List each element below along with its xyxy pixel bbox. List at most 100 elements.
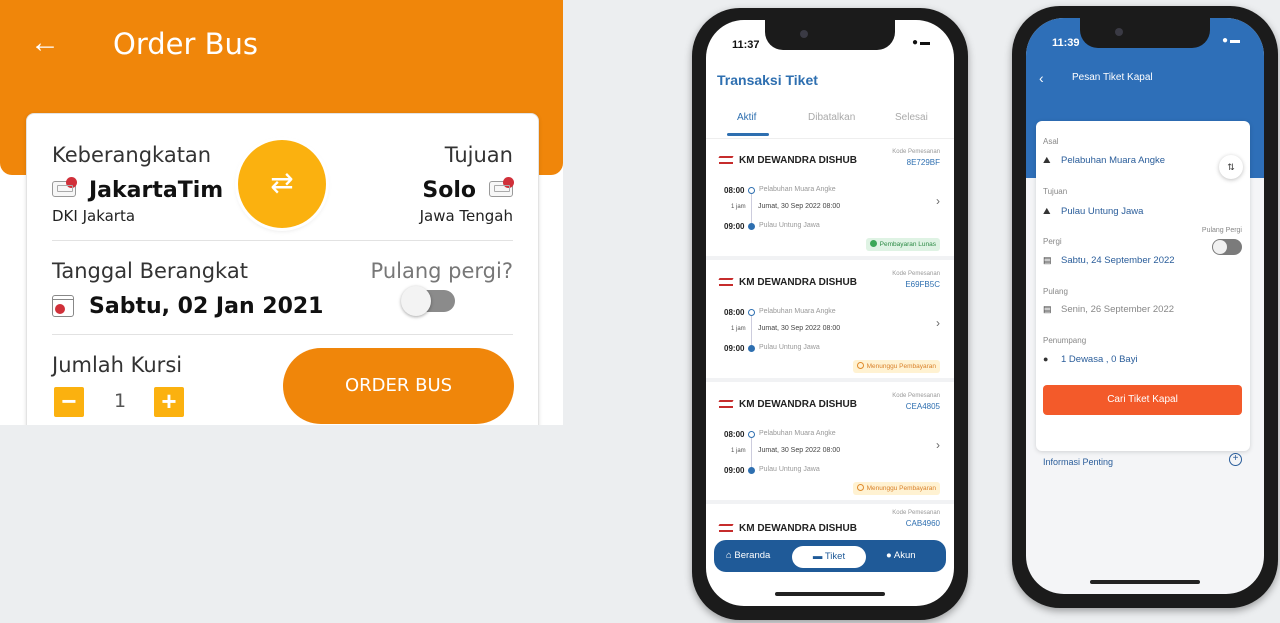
ship-name: KM DEWANDRA DISHUB [739,277,857,288]
duration: 1 jam [731,448,746,454]
date-label: Tanggal Berangkat [52,259,248,283]
trip-date: Jumat, 30 Sep 2022 08:00 [758,203,841,210]
pergi-label: Pergi [1043,237,1062,246]
seats-minus-button[interactable]: − [54,387,84,417]
trip-date: Jumat, 30 Sep 2022 08:00 [758,325,841,332]
ship-icon: ⛰ [1043,206,1051,216]
status-badge: Menunggu Pembayaran [852,482,940,495]
calendar-icon [52,295,74,317]
ship-logo-icon [719,400,733,408]
departure-port: Pelabuhan Muara Angke [759,186,836,193]
departure-port: Pelabuhan Muara Angke [759,430,836,437]
origin-city[interactable]: JakartaTim [89,178,223,203]
phone-pesan: 11:39 ●▬ ‹ Pesan Tiket Kapal Asal ⛰ Pela… [1012,6,1278,608]
seats-plus-button[interactable]: + [154,387,184,417]
duration: 1 jam [731,204,746,210]
destination-city[interactable]: Solo [422,178,476,203]
ticket-card[interactable]: KM DEWANDRA DISHUB Kode Pemesanan 8E729B… [706,142,954,260]
route-dot [748,467,755,474]
route-dot [748,431,755,438]
arrival-port: Pulau Untung Jawa [759,466,820,473]
bus-icon [52,177,77,197]
tujuan-label: Tujuan [1043,187,1068,196]
tab-selesai[interactable]: Selesai [895,112,928,123]
kode-label: Kode Pemesanan [892,393,940,399]
phone-notch [765,20,895,50]
status-badge: Pembayaran Lunas [865,238,940,251]
plus-circle-icon[interactable]: + [1229,453,1242,466]
divider [52,240,513,241]
tujuan-value[interactable]: Pulau Untung Jawa [1061,206,1143,217]
page-title: Transaksi Tiket [717,72,818,88]
pulang-value[interactable]: Senin, 26 September 2022 [1061,304,1174,315]
asal-value[interactable]: Pelabuhan Muara Angke [1061,155,1165,166]
pergi-value[interactable]: Sabtu, 24 September 2022 [1061,255,1175,266]
departure-port: Pelabuhan Muara Angke [759,308,836,315]
route-line [751,194,752,226]
destination-label: Tujuan [444,143,513,167]
info-penting-row[interactable]: Informasi Penting + [1043,453,1242,473]
origin-label: Keberangkatan [52,143,212,167]
home-icon: ⌂ [726,550,732,561]
trip-date: Jumat, 30 Sep 2022 08:00 [758,447,841,454]
order-bus-panel: ← Order Bus Keberangkatan JakartaTim DKI… [0,0,563,425]
arrival-port: Pulau Untung Jawa [759,344,820,351]
route-dot [748,187,755,194]
clock-icon [856,484,864,491]
swap-arrows-icon: ⇄ [270,167,294,198]
tab-indicator [727,133,769,136]
chevron-right-icon[interactable]: › [936,438,940,452]
nav-tiket[interactable]: ▬ Tiket [792,546,866,568]
round-trip-toggle[interactable] [1212,239,1242,255]
ship-logo-icon [719,278,733,286]
penumpang-value[interactable]: 1 Dewasa , 0 Bayi [1061,354,1138,365]
seats-label: Jumlah Kursi [52,353,183,377]
arrow-left-icon[interactable]: ← [30,26,60,60]
round-trip-toggle[interactable] [401,286,455,316]
chevron-left-icon[interactable]: ‹ [1039,70,1044,86]
booking-code: CEA4805 [905,402,940,411]
tab-dibatalkan[interactable]: Dibatalkan [808,112,855,123]
search-ticket-button[interactable]: Cari Tiket Kapal [1043,385,1242,415]
booking-code: 8E729BF [906,158,940,167]
kode-label: Kode Pemesanan [892,510,940,516]
route-line [751,316,752,348]
user-icon: ● [1043,354,1049,364]
ship-name: KM DEWANDRA DISHUB [739,399,857,410]
page-title: Order Bus [113,27,259,61]
chevron-right-icon[interactable]: › [936,194,940,208]
date-value[interactable]: Sabtu, 02 Jan 2021 [89,294,324,319]
booking-code: CAB4960 [905,519,940,528]
ship-icon: ⛰ [1043,155,1051,165]
nav-akun[interactable]: ● Akun [886,540,916,572]
swap-button[interactable]: ⇄ [238,140,326,228]
route-dot [748,345,755,352]
user-icon: ● [886,550,892,561]
departure-time: 08:00 [724,308,745,317]
order-bus-button[interactable]: ORDER BUS [283,348,514,424]
ticket-card[interactable]: KM DEWANDRA DISHUB Kode Pemesanan E69FB5… [706,264,954,382]
phone-screen: 11:37 ●▬ Transaksi Tiket Aktif Dibatalka… [706,20,954,606]
booking-code: E69FB5C [905,280,940,289]
route-line [751,438,752,470]
phone-screen: 11:39 ●▬ ‹ Pesan Tiket Kapal Asal ⛰ Pela… [1026,18,1264,594]
phone-notch [1080,18,1210,48]
page-title: Pesan Tiket Kapal [1072,72,1153,83]
round-trip-label: Pulang pergi? [370,259,513,283]
swap-button[interactable]: ⇅ [1219,155,1243,179]
destination-region: Jawa Tengah [419,207,513,225]
ticket-card[interactable]: KM DEWANDRA DISHUB Kode Pemesanan CEA480… [706,386,954,504]
route-dot [748,309,755,316]
bus-icon [489,177,514,197]
phone-transaksi: 11:37 ●▬ Transaksi Tiket Aktif Dibatalka… [692,8,968,620]
tab-aktif[interactable]: Aktif [737,112,756,123]
nav-beranda[interactable]: ⌂ Beranda [726,540,770,572]
penumpang-label: Penumpang [1043,336,1087,345]
home-indicator [1090,580,1200,584]
status-badge: Menunggu Pembayaran [852,360,940,373]
arrival-time: 09:00 [724,222,745,231]
ship-name: KM DEWANDRA DISHUB [739,523,857,534]
divider [706,138,954,139]
chevron-right-icon[interactable]: › [936,316,940,330]
status-time: 11:39 [1052,37,1080,49]
